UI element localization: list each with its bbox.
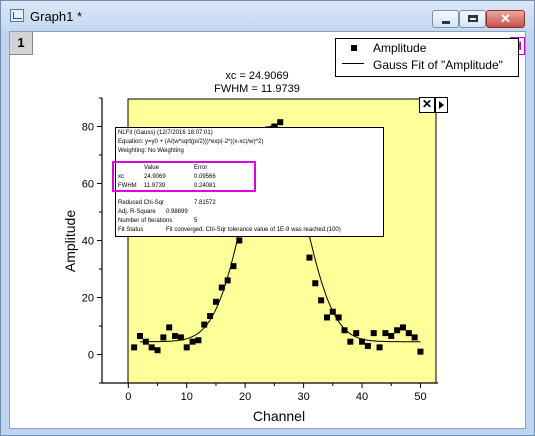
data-point[interactable]	[172, 332, 179, 339]
report-iter-label: Number of Iterations	[118, 218, 173, 224]
x-tick-label: 0	[125, 391, 131, 403]
data-point[interactable]	[347, 338, 354, 345]
report-adj-r-value: 0.98899	[166, 209, 188, 215]
data-point[interactable]	[148, 344, 155, 351]
data-point[interactable]	[166, 324, 173, 331]
highlight-box	[112, 161, 256, 192]
report-reduced-chi-value: 7.81572	[194, 200, 216, 206]
y-tick-label: 40	[82, 236, 94, 248]
data-point[interactable]	[277, 119, 284, 126]
data-point[interactable]	[318, 297, 325, 304]
data-point[interactable]	[177, 334, 184, 341]
data-point[interactable]	[207, 313, 214, 320]
data-point[interactable]	[183, 344, 190, 351]
x-tick-label: 10	[181, 391, 193, 403]
report-adj-r-label: Adj. R-Square	[118, 209, 156, 215]
report-title: NLFit (Gauss) (12/7/2016 18:07:01)	[118, 130, 213, 136]
data-point[interactable]	[189, 338, 196, 345]
data-point[interactable]	[335, 314, 342, 321]
report-status-value: Fit converged. Chi-Sqr tolerance value o…	[166, 227, 341, 233]
data-point[interactable]	[306, 254, 313, 261]
y-axis-title[interactable]: Amplitude	[62, 210, 78, 272]
data-point[interactable]	[382, 330, 389, 337]
data-point[interactable]	[341, 327, 348, 334]
toolbox-arrow-icon[interactable]	[435, 97, 448, 113]
data-point[interactable]	[160, 334, 167, 341]
y-tick-label: 20	[82, 293, 94, 305]
data-point[interactable]	[312, 280, 319, 287]
data-point[interactable]	[399, 324, 406, 331]
report-status-label: Fit Status	[118, 227, 144, 233]
data-point[interactable]	[359, 338, 366, 345]
data-point[interactable]	[329, 308, 336, 315]
data-point[interactable]	[411, 334, 418, 341]
data-point[interactable]	[195, 337, 202, 344]
x-tick-label: 30	[297, 391, 309, 403]
data-point[interactable]	[394, 327, 401, 334]
data-point[interactable]	[236, 237, 243, 244]
data-point[interactable]	[230, 263, 237, 270]
y-tick-label: 0	[88, 350, 94, 362]
fit-toolbox: ✕	[419, 97, 449, 113]
x-axis-title[interactable]: Channel	[253, 408, 305, 424]
data-point[interactable]	[376, 344, 383, 351]
x-tick-label: 40	[356, 391, 368, 403]
report-equation: Equation: y=y0 + (A/(w*sqrt(pi/2)))*exp(…	[118, 139, 264, 145]
x-tick-label: 20	[239, 391, 251, 403]
data-point[interactable]	[201, 321, 208, 328]
data-point[interactable]	[136, 332, 143, 339]
data-point[interactable]	[224, 277, 231, 284]
report-reduced-chi-label: Reduced Chi-Sqr	[118, 200, 165, 206]
data-point[interactable]	[154, 347, 161, 354]
data-point[interactable]	[405, 330, 412, 337]
data-point[interactable]	[364, 342, 371, 349]
data-point[interactable]	[212, 298, 219, 305]
data-point[interactable]	[323, 314, 330, 321]
report-weighting: Weighting: No Weighting	[118, 148, 184, 154]
y-tick-label: 60	[82, 179, 94, 191]
report-iter-value: 5	[194, 218, 198, 224]
data-point[interactable]	[370, 330, 377, 337]
y-tick-label: 80	[82, 122, 94, 134]
data-point[interactable]	[417, 348, 424, 355]
data-point[interactable]	[218, 284, 225, 291]
x-tick-label: 50	[414, 391, 426, 403]
data-point[interactable]	[131, 344, 138, 351]
data-point[interactable]	[353, 330, 360, 337]
data-point[interactable]	[142, 338, 149, 345]
toolbox-close-icon[interactable]: ✕	[419, 97, 435, 113]
data-point[interactable]	[388, 332, 395, 339]
